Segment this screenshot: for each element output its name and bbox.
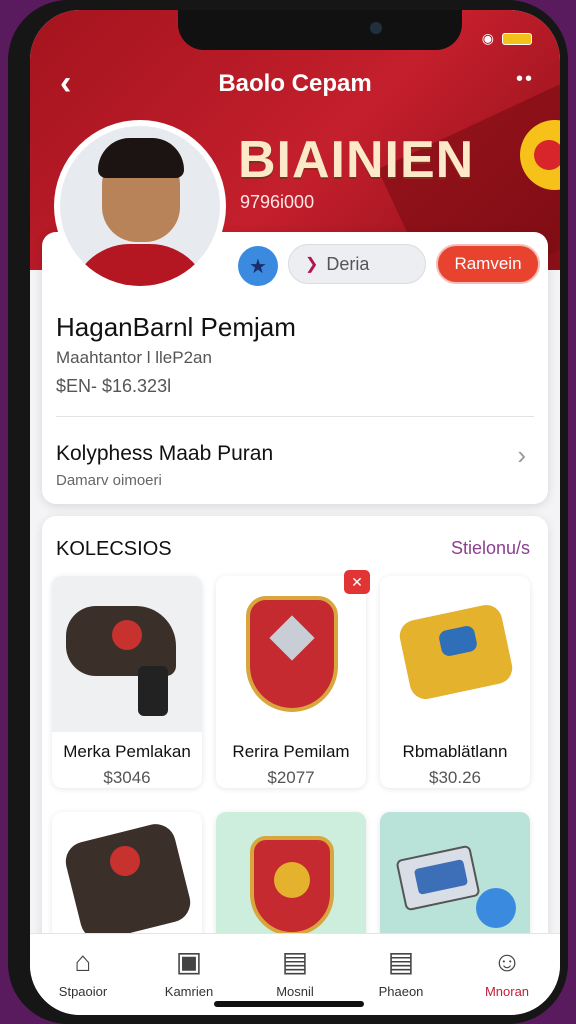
item-image bbox=[216, 812, 366, 952]
grip-shape bbox=[138, 666, 168, 716]
see-all-link[interactable]: Stielonu/s bbox=[451, 538, 530, 559]
collection-item[interactable]: Rbmablätlann $30.26 bbox=[380, 576, 530, 788]
avatar-shirt bbox=[70, 244, 210, 286]
secondary-button-label: Deria bbox=[326, 253, 370, 274]
item-price: $3046 bbox=[103, 768, 151, 787]
collection-card: KOLECSIOS Stielonu/s Merka Pemlakan $304… bbox=[42, 516, 548, 986]
collection-item[interactable]: Merka Pemlakan $3046 bbox=[52, 576, 202, 788]
more-options-icon[interactable]: •• bbox=[516, 68, 534, 91]
item-image bbox=[52, 576, 202, 732]
battery-icon bbox=[502, 32, 532, 45]
chevron-right-icon[interactable]: › bbox=[517, 440, 526, 471]
favorite-button[interactable]: ★ bbox=[238, 246, 278, 286]
banner-heading: BIAINIEN bbox=[238, 131, 475, 189]
profile-name: HaganBarnl Pemjam bbox=[56, 312, 296, 342]
profile-icon: ☺ bbox=[492, 946, 522, 977]
item-name: Rerira Pemilam bbox=[232, 742, 350, 761]
item-price: $2077 bbox=[267, 768, 315, 787]
collection-item[interactable]: ✕ Rerira Pemilam $2077 bbox=[216, 570, 370, 788]
item-name: Rbmablätlann bbox=[402, 742, 508, 761]
star-icon: ★ bbox=[249, 255, 267, 278]
collection-item[interactable] bbox=[380, 812, 530, 952]
tab-label: Kamrien bbox=[164, 984, 214, 999]
emblem-shape bbox=[112, 620, 142, 650]
secondary-button[interactable]: ❯ Deria bbox=[288, 244, 426, 284]
banner-number: 9796i000 bbox=[240, 192, 315, 212]
home-indicator[interactable] bbox=[214, 1001, 364, 1007]
tab-label: Phaeon bbox=[378, 984, 424, 999]
sun-icon bbox=[274, 862, 310, 898]
camera-icon bbox=[370, 22, 382, 34]
avatar-hair bbox=[98, 138, 184, 178]
notch bbox=[178, 10, 462, 50]
home-icon: ⌂ bbox=[74, 946, 92, 977]
detail-row-title[interactable]: Kolyphess Maab Puran bbox=[56, 442, 273, 466]
tab-profile[interactable]: ☺ Mnoran bbox=[454, 934, 560, 1015]
pouch-icon bbox=[61, 819, 195, 945]
item-price: $30.26 bbox=[429, 768, 481, 787]
section-title: KOLECSIOS bbox=[56, 538, 172, 560]
phone-frame: ◉ ‹ Baolo Cepam •• BIAINIEN 9796i000 ★ ❯… bbox=[8, 0, 568, 1024]
avatar[interactable] bbox=[54, 120, 226, 292]
close-icon[interactable]: ✕ bbox=[344, 570, 370, 594]
avatar-photo bbox=[60, 126, 220, 286]
emblem-shape bbox=[110, 846, 140, 876]
item-image bbox=[216, 576, 366, 732]
item-name: Merka Pemlakan bbox=[63, 742, 191, 761]
profile-subtitle: Maahtantor l lleP2an bbox=[56, 348, 212, 367]
detail-row-subtitle: Damarv oimoeri bbox=[56, 472, 162, 489]
page-title: Baolo Cepam bbox=[218, 70, 372, 97]
tab-home[interactable]: ⌂ Stpaoior bbox=[30, 934, 136, 1015]
divider bbox=[56, 416, 534, 417]
price-range: $EN- $16.323l bbox=[56, 376, 172, 396]
collection-item[interactable] bbox=[216, 812, 366, 952]
tab-label: Mnoran bbox=[484, 984, 530, 999]
item-image bbox=[380, 576, 530, 732]
primary-button[interactable]: Ramvein bbox=[436, 244, 540, 284]
status-bar: ◉ bbox=[482, 30, 532, 47]
item-image bbox=[52, 812, 202, 952]
item-image bbox=[380, 812, 530, 952]
wifi-icon: ◉ bbox=[481, 30, 494, 46]
wallet-icon: ▤ bbox=[281, 946, 309, 977]
collection-item[interactable] bbox=[52, 812, 202, 952]
box-icon: ▣ bbox=[175, 946, 203, 977]
tab-label: Stpaoior bbox=[58, 984, 108, 999]
screen: ◉ ‹ Baolo Cepam •• BIAINIEN 9796i000 ★ ❯… bbox=[30, 10, 560, 1015]
document-icon: ▤ bbox=[387, 946, 415, 977]
arrow-icon: ❯ bbox=[305, 256, 319, 273]
tab-label: Mosnil bbox=[276, 984, 314, 999]
emblem-icon bbox=[520, 120, 560, 190]
info-badge-icon[interactable] bbox=[476, 888, 516, 928]
